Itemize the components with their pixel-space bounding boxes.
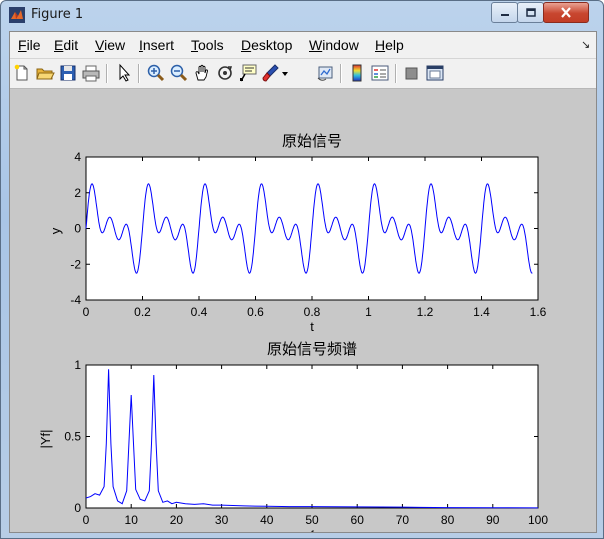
data-cursor-icon[interactable]	[238, 63, 258, 83]
x-tick-label: 0.2	[134, 305, 151, 319]
close-icon	[561, 7, 571, 18]
toolbar-separator	[395, 64, 397, 83]
close-button[interactable]	[543, 2, 589, 23]
x-axis-label: f	[310, 528, 314, 532]
toolbar-separator	[340, 64, 342, 83]
x-tick-label: 0	[83, 305, 90, 319]
x-tick-label: 100	[528, 513, 548, 527]
menu-edit[interactable]: Edit	[54, 37, 78, 53]
menu-bar: File Edit View Insert Tools Desktop Wind…	[10, 32, 596, 59]
x-tick-label: 10	[125, 513, 139, 527]
menu-tools[interactable]: Tools	[191, 37, 224, 53]
print-icon[interactable]	[81, 63, 101, 83]
new-figure-icon[interactable]	[12, 63, 32, 83]
minimize-icon	[500, 13, 509, 16]
x-tick-label: 70	[396, 513, 410, 527]
menu-desktop-mnemonic: D	[241, 37, 252, 53]
window-title: Figure 1	[31, 7, 84, 22]
menu-help[interactable]: Help	[375, 37, 404, 53]
menu-edit-label: dit	[63, 37, 79, 53]
y-tick-label: 1	[74, 358, 81, 372]
menu-view-mnemonic: V	[95, 37, 105, 53]
menu-file-mnemonic: F	[18, 37, 27, 53]
y-tick-label: 0	[74, 222, 81, 236]
brush-dropdown-icon[interactable]	[280, 63, 290, 83]
y-tick-label: 2	[74, 186, 81, 200]
x-tick-label: 60	[351, 513, 365, 527]
toolbar-separator	[106, 64, 108, 83]
axes-title: 原始信号频谱	[267, 341, 357, 358]
figure-canvas[interactable]: 原始信号 t y 0 0.2 0.4 0.6 0.8 1 1.2 1.4 1.6 -4 -2 0 2 4…	[10, 89, 596, 538]
y-tick-label: -4	[70, 293, 81, 307]
x-tick-label: 20	[170, 513, 184, 527]
matlab-icon	[9, 7, 25, 23]
figure-toolbar	[10, 59, 596, 89]
figure-window: Figure 1 File Edit View Insert Tools Des…	[0, 0, 604, 539]
legend-icon[interactable]	[370, 63, 390, 83]
y-tick-label: 0	[74, 501, 81, 515]
pan-hand-icon[interactable]	[192, 63, 212, 83]
menu-dock-arrow-icon[interactable]: ↘	[581, 38, 590, 51]
x-tick-label: 1.6	[530, 305, 547, 319]
x-tick-label: 90	[486, 513, 500, 527]
x-tick-label: 40	[260, 513, 274, 527]
menu-window[interactable]: Window	[309, 37, 359, 53]
menu-insert-label: nsert	[142, 37, 175, 53]
hide-plot-tools-icon[interactable]	[402, 63, 422, 83]
x-tick-label: 80	[441, 513, 455, 527]
x-tick-label: 0.8	[304, 305, 321, 319]
x-tick-label: 0.4	[191, 305, 208, 319]
zoom-out-icon[interactable]	[169, 63, 189, 83]
zoom-in-icon[interactable]	[146, 63, 166, 83]
x-tick-label: 30	[215, 513, 229, 527]
subplot-signal[interactable]: 原始信号 t y 0 0.2 0.4 0.6 0.8 1 1.2 1.4 1.6 -4 -2 0 2 4	[48, 133, 547, 334]
minimize-button[interactable]	[491, 2, 518, 23]
plots-svg: 原始信号 t y 0 0.2 0.4 0.6 0.8 1 1.2 1.4 1.6 -4 -2 0 2 4…	[38, 133, 548, 538]
menu-insert[interactable]: Insert	[139, 37, 174, 53]
menu-desktop[interactable]: Desktop	[241, 37, 292, 53]
menu-window-label: indow	[322, 37, 359, 53]
x-tick-label: 1.4	[473, 305, 490, 319]
colorbar-icon[interactable]	[347, 63, 367, 83]
x-axis-label: t	[310, 319, 314, 334]
maximize-icon	[525, 8, 536, 17]
menu-desktop-label: esktop	[251, 37, 293, 53]
x-tick-label: 0	[83, 513, 90, 527]
edit-plot-arrow-icon[interactable]	[114, 63, 134, 83]
y-tick-label: -2	[70, 257, 81, 271]
menu-tools-mnemonic: T	[191, 37, 198, 53]
menu-edit-mnemonic: E	[54, 37, 64, 53]
x-tick-label: 0.6	[247, 305, 264, 319]
menu-help-mnemonic: H	[375, 37, 386, 53]
y-tick-label: 0.5	[64, 430, 81, 444]
maximize-button[interactable]	[517, 2, 544, 23]
menu-view[interactable]: View	[95, 37, 125, 53]
menu-tools-label: ools	[198, 37, 224, 53]
menu-help-label: elp	[385, 37, 404, 53]
menu-file[interactable]: File	[18, 37, 41, 53]
y-axis-label: |Yf|	[38, 429, 53, 448]
x-tick-label: 1.2	[417, 305, 434, 319]
show-plot-tools-icon[interactable]	[425, 63, 445, 83]
figure-client-area: File Edit View Insert Tools Desktop Wind…	[9, 31, 597, 538]
axes-title: 原始信号	[282, 133, 342, 150]
save-icon[interactable]	[58, 63, 78, 83]
y-axis-label: y	[48, 227, 63, 234]
brush-icon[interactable]	[261, 63, 281, 83]
menu-view-label: iew	[104, 37, 126, 53]
x-tick-label: 50	[305, 513, 319, 527]
title-bar[interactable]: Figure 1	[1, 1, 603, 29]
y-tick-label: 4	[74, 150, 81, 164]
link-plot-icon[interactable]	[316, 63, 336, 83]
menu-file-label: ile	[26, 37, 41, 53]
menu-window-mnemonic: W	[309, 37, 323, 53]
open-file-icon[interactable]	[35, 63, 55, 83]
x-tick-label: 1	[365, 305, 372, 319]
subplot-spectrum[interactable]: 原始信号频谱 f |Yf| 0 10 20 30 40 50 60 70 80 90 100 0 0.…	[38, 341, 548, 538]
toolbar-separator	[138, 64, 140, 83]
rotate-3d-icon[interactable]	[215, 63, 235, 83]
